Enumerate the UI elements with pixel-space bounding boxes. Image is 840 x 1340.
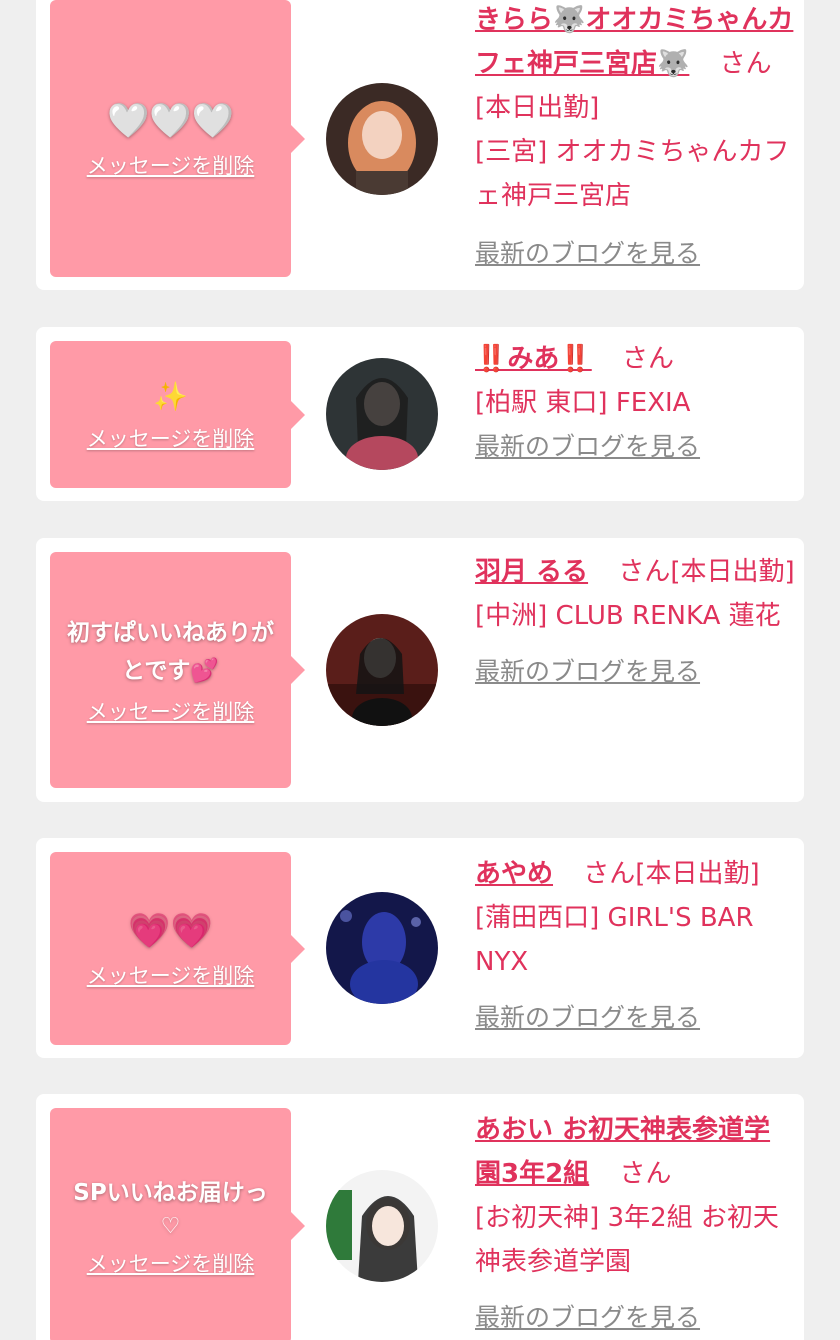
message-card: 💗💗 メッセージを削除 あやめ さん[本日出勤] [蒲田西口] GIRL'S B… (36, 838, 804, 1058)
delete-message-link[interactable]: メッセージを削除 (87, 1248, 255, 1278)
latest-blog-link[interactable]: 最新のブログを見る (475, 425, 700, 469)
shop-name: [中洲] CLUB RENKA 蓮花 (475, 601, 781, 631)
attendance-badge: [本日出勤] (670, 557, 795, 587)
message-text: SPいいねお届けっ ♡ (73, 1174, 267, 1242)
cast-info: あやめ さん[本日出勤] [蒲田西口] GIRL'S BAR NYX 最新のブロ… (475, 852, 795, 1040)
cast-name-link[interactable]: 羽月 るる (475, 557, 588, 587)
cast-info: 羽月 るる さん[本日出勤] [中洲] CLUB RENKA 蓮花 最新のブログ… (475, 550, 795, 694)
message-card: SPいいねお届けっ ♡ メッセージを削除 あおい お初天神表参道学園3年2組 さ… (36, 1094, 804, 1340)
cast-info: あおい お初天神表参道学園3年2組 さん [お初天神] 3年2組 お初天神表参道… (475, 1108, 795, 1340)
avatar-photo (326, 614, 438, 726)
latest-blog-link[interactable]: 最新のブログを見る (475, 1296, 700, 1340)
shop-name: [柏駅 東口] FEXIA (475, 388, 691, 418)
avatar[interactable] (326, 614, 438, 726)
message-text: ✨ (153, 379, 188, 413)
attendance-badge: [本日出勤] (475, 93, 600, 123)
attendance-badge: [本日出勤] (635, 859, 760, 889)
latest-blog-link[interactable]: 最新のブログを見る (475, 996, 700, 1040)
cast-name-link[interactable]: あやめ (475, 859, 553, 889)
delete-message-link[interactable]: メッセージを削除 (87, 696, 255, 726)
avatar[interactable] (326, 1170, 438, 1282)
message-bubble: 初すぱいいねありがとです💕 メッセージを削除 (50, 552, 305, 788)
delete-message-link[interactable]: メッセージを削除 (87, 150, 255, 180)
delete-message-link[interactable]: メッセージを削除 (87, 960, 255, 990)
honorific: さん (618, 557, 671, 587)
honorific: さん (619, 1159, 672, 1189)
latest-blog-link[interactable]: 最新のブログを見る (475, 232, 700, 276)
message-text: 🤍🤍🤍 (106, 100, 234, 141)
shop-name: [蒲田西口] GIRL'S BAR NYX (475, 903, 754, 977)
cast-info: きらら🐺オオカミちゃんカフェ神戸三宮店🐺 さん[本日出勤] [三宮] オオカミち… (475, 0, 795, 276)
shop-name: [お初天神] 3年2組 お初天神表参道学園 (475, 1203, 779, 1277)
honorific: さん (622, 344, 675, 374)
message-bubble: 💗💗 メッセージを削除 (50, 852, 305, 1045)
delete-message-link[interactable]: メッセージを削除 (87, 423, 255, 453)
message-text: 初すぱいいねありがとです💕 (67, 620, 274, 684)
latest-blog-link[interactable]: 最新のブログを見る (475, 650, 700, 694)
message-card: 🤍🤍🤍 メッセージを削除 きらら🐺オオカミちゃんカフェ神戸三宮店🐺 さん[本日出… (36, 0, 804, 290)
avatar-photo (326, 83, 438, 195)
avatar-photo (326, 1170, 438, 1282)
avatar[interactable] (326, 358, 438, 470)
message-text: 💗💗 (128, 910, 213, 951)
avatar-photo (326, 892, 438, 1004)
message-bubble: 🤍🤍🤍 メッセージを削除 (50, 0, 305, 277)
message-bubble: ✨ メッセージを削除 (50, 341, 305, 488)
honorific: さん (719, 49, 772, 79)
avatar[interactable] (326, 892, 438, 1004)
shop-name: [三宮] オオカミちゃんカフェ神戸三宮店 (475, 137, 790, 211)
honorific: さん (583, 859, 636, 889)
avatar-photo (326, 358, 438, 470)
heart-icon: ♡ (160, 1214, 181, 1239)
cast-info: ‼️みあ‼️ さん [柏駅 東口] FEXIA 最新のブログを見る (475, 337, 795, 469)
cast-name-link[interactable]: ‼️みあ‼️ (475, 344, 592, 374)
message-card: ✨ メッセージを削除 ‼️みあ‼️ さん [柏駅 東口] FEXIA 最新のブロ… (36, 327, 804, 501)
message-card: 初すぱいいねありがとです💕 メッセージを削除 羽月 るる さん[本日出勤] [中… (36, 538, 804, 802)
message-bubble: SPいいねお届けっ ♡ メッセージを削除 (50, 1108, 305, 1340)
message-line: SPいいねお届けっ (73, 1180, 268, 1206)
avatar[interactable] (326, 83, 438, 195)
message-list: 🤍🤍🤍 メッセージを削除 きらら🐺オオカミちゃんカフェ神戸三宮店🐺 さん[本日出… (0, 0, 840, 1340)
